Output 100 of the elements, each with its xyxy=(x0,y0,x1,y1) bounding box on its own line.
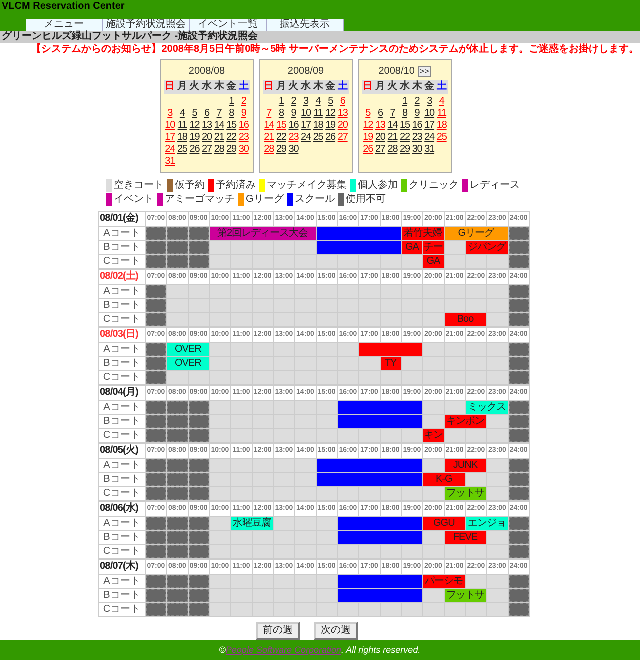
week-button[interactable]: 前の週 xyxy=(256,622,300,640)
weekday-label: 水 xyxy=(300,80,312,94)
calendar-day[interactable]: 4 xyxy=(176,108,189,120)
calendar-day[interactable]: 28 xyxy=(263,144,276,156)
calendar-day[interactable]: 25 xyxy=(436,132,448,144)
calendar-day[interactable]: 12 xyxy=(362,120,374,132)
calendar-day[interactable]: 4 xyxy=(312,96,324,108)
calendar-day[interactable]: 19 xyxy=(324,120,337,132)
calendar-day[interactable]: 16 xyxy=(238,120,250,132)
calendar-day[interactable]: 24 xyxy=(423,132,436,144)
calendar-day[interactable]: 6 xyxy=(200,108,214,120)
calendar-day[interactable]: 11 xyxy=(436,108,448,120)
calendar-day[interactable]: 20 xyxy=(336,120,349,132)
calendar-day[interactable]: 21 xyxy=(386,132,399,144)
calendar-day[interactable]: 8 xyxy=(275,108,288,120)
calendar-day[interactable]: 3 xyxy=(164,108,176,120)
calendar-day[interactable]: 3 xyxy=(300,96,312,108)
calendar-day[interactable]: 10 xyxy=(423,108,436,120)
calendar-day[interactable]: 22 xyxy=(225,132,238,144)
calendar-day[interactable]: 7 xyxy=(213,108,226,120)
calendar-day[interactable]: 1 xyxy=(275,96,288,108)
calendar-day[interactable]: 2 xyxy=(411,96,424,108)
calendar-day[interactable]: 13 xyxy=(374,120,387,132)
calendar-day[interactable]: 18 xyxy=(436,120,448,132)
calendar-day[interactable]: 15 xyxy=(225,120,238,132)
calendar-day[interactable]: 18 xyxy=(312,120,324,132)
calendar-day[interactable]: 22 xyxy=(398,132,412,144)
calendar-day[interactable]: 23 xyxy=(238,132,250,144)
calendar-day[interactable]: 30 xyxy=(288,144,300,156)
calendar-day[interactable]: 31 xyxy=(164,156,176,168)
calendar-day[interactable]: 8 xyxy=(398,108,412,120)
nav-tab[interactable]: 施設予約状況照会 xyxy=(103,19,190,32)
calendar-day[interactable]: 20 xyxy=(374,132,387,144)
nav-tab[interactable]: イベント一覧 xyxy=(190,19,267,32)
next-month-button[interactable]: >> xyxy=(418,66,432,78)
calendar-day[interactable]: 21 xyxy=(263,132,276,144)
calendar-day[interactable]: 29 xyxy=(275,144,288,156)
calendar-day[interactable]: 6 xyxy=(374,108,387,120)
calendar-day[interactable]: 10 xyxy=(300,108,312,120)
calendar-day[interactable]: 23 xyxy=(411,132,424,144)
calendar-day[interactable]: 7 xyxy=(386,108,399,120)
calendar-day[interactable]: 3 xyxy=(423,96,436,108)
calendar-day[interactable]: 14 xyxy=(213,120,226,132)
calendar-day[interactable]: 9 xyxy=(238,108,250,120)
calendar-day[interactable]: 25 xyxy=(176,144,189,156)
calendar-day[interactable]: 26 xyxy=(362,144,374,156)
week-button[interactable]: 次の週 xyxy=(314,622,358,640)
calendar-day[interactable]: 12 xyxy=(188,120,201,132)
calendar-day[interactable]: 29 xyxy=(398,144,412,156)
calendar-day[interactable]: 9 xyxy=(411,108,424,120)
calendar-day[interactable]: 11 xyxy=(312,108,324,120)
nav-tab[interactable]: メニュー xyxy=(26,19,103,32)
calendar-day[interactable]: 24 xyxy=(300,132,312,144)
calendar-day[interactable]: 18 xyxy=(176,132,189,144)
calendar-day[interactable]: 14 xyxy=(263,120,276,132)
calendar-day[interactable]: 13 xyxy=(200,120,214,132)
calendar-day[interactable]: 27 xyxy=(200,144,214,156)
calendar-day[interactable]: 19 xyxy=(362,132,374,144)
calendar-day[interactable]: 30 xyxy=(411,144,424,156)
calendar-day[interactable]: 30 xyxy=(238,144,250,156)
calendar-day[interactable]: 5 xyxy=(188,108,201,120)
calendar-day[interactable]: 16 xyxy=(411,120,424,132)
calendar-day[interactable]: 17 xyxy=(164,132,176,144)
calendar-day[interactable]: 27 xyxy=(336,132,349,144)
calendar-day[interactable]: 29 xyxy=(225,144,238,156)
calendar-day[interactable]: 1 xyxy=(398,96,412,108)
calendar-day[interactable]: 5 xyxy=(362,108,374,120)
calendar-day[interactable]: 28 xyxy=(213,144,226,156)
calendar-day[interactable]: 7 xyxy=(263,108,276,120)
calendar-day[interactable]: 20 xyxy=(200,132,214,144)
calendar-day[interactable]: 6 xyxy=(336,96,349,108)
calendar-day[interactable]: 9 xyxy=(288,108,300,120)
nav-tab[interactable]: 振込先表示 xyxy=(267,19,344,32)
calendar-day[interactable]: 15 xyxy=(398,120,412,132)
calendar-day[interactable]: 16 xyxy=(288,120,300,132)
calendar-day[interactable]: 27 xyxy=(374,144,387,156)
calendar-day[interactable]: 26 xyxy=(188,144,201,156)
calendar-day[interactable]: 26 xyxy=(324,132,337,144)
calendar-day[interactable]: 28 xyxy=(386,144,399,156)
calendar-day[interactable]: 11 xyxy=(176,120,189,132)
calendar-day[interactable]: 2 xyxy=(288,96,300,108)
calendar-day[interactable]: 1 xyxy=(225,96,238,108)
calendar-day[interactable]: 31 xyxy=(423,144,436,156)
calendar-day[interactable]: 23 xyxy=(288,132,300,144)
calendar-day[interactable]: 4 xyxy=(436,96,448,108)
calendar-day[interactable]: 12 xyxy=(324,108,337,120)
calendar-day[interactable]: 5 xyxy=(324,96,337,108)
calendar-day[interactable]: 24 xyxy=(164,144,176,156)
calendar-day[interactable]: 19 xyxy=(188,132,201,144)
calendar-day[interactable]: 14 xyxy=(386,120,399,132)
calendar-day[interactable]: 10 xyxy=(164,120,176,132)
calendar-day[interactable]: 15 xyxy=(275,120,288,132)
calendar-day[interactable]: 25 xyxy=(312,132,324,144)
calendar-day[interactable]: 2 xyxy=(238,96,250,108)
calendar-day[interactable]: 22 xyxy=(275,132,288,144)
calendar-day[interactable]: 17 xyxy=(423,120,436,132)
calendar-day[interactable]: 13 xyxy=(336,108,349,120)
calendar-day[interactable]: 21 xyxy=(213,132,226,144)
calendar-day[interactable]: 17 xyxy=(300,120,312,132)
calendar-day[interactable]: 8 xyxy=(225,108,238,120)
